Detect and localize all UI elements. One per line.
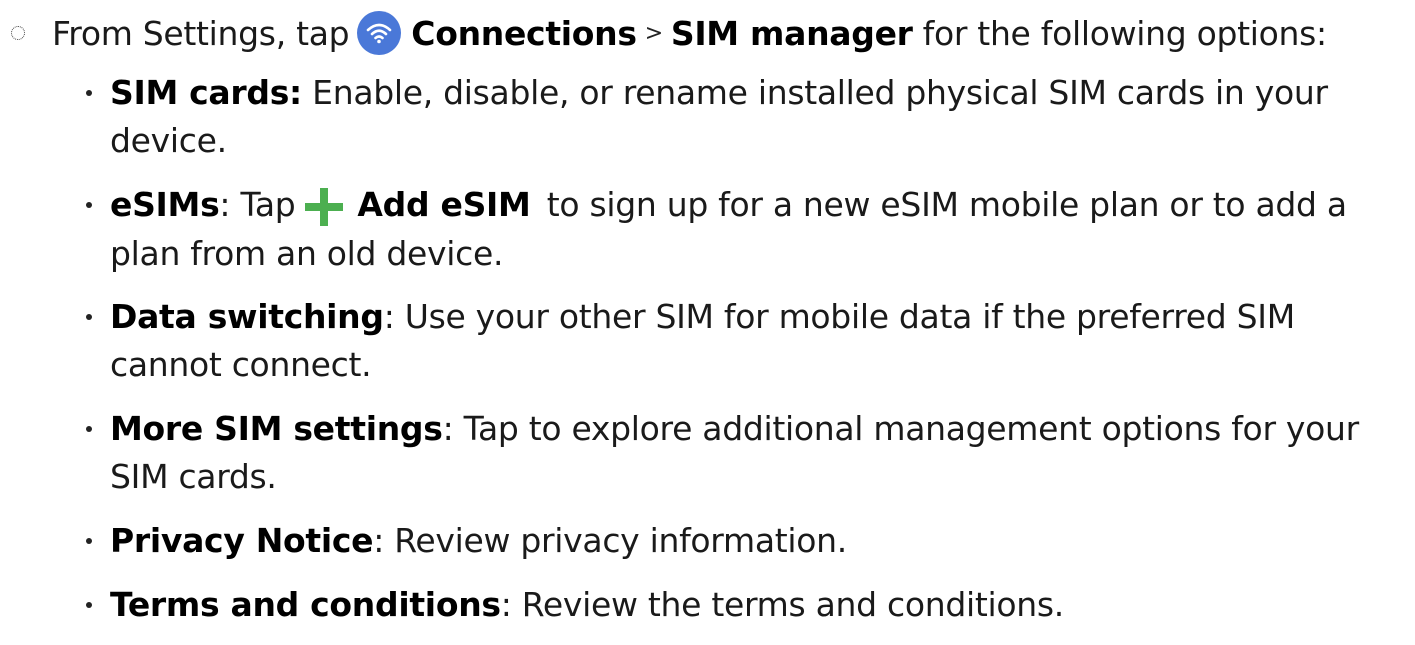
intro-step: From Settings, tap Connections > SIM man…	[0, 8, 1327, 58]
wifi-glyph	[366, 23, 392, 44]
option-term: Data switching	[110, 297, 384, 336]
option-text: Review the terms and conditions.	[521, 585, 1064, 624]
option-term: Privacy Notice	[110, 521, 374, 560]
option-colon: :	[373, 521, 385, 560]
wifi-icon	[357, 11, 402, 55]
option-colon: :	[383, 297, 395, 336]
bullet-dot	[86, 602, 92, 608]
list-item-esims: eSIMs: Tap Add eSIM to sign up for a new…	[80, 181, 1400, 277]
bullet-dot	[86, 426, 92, 432]
option-text-before: Tap	[240, 185, 296, 224]
option-term: SIM cards:	[110, 73, 302, 112]
option-term: eSIMs	[110, 185, 220, 224]
option-text-after: to sign up for a new eSIM mobile plan or…	[110, 185, 1347, 273]
document-page: From Settings, tap Connections > SIM man…	[0, 0, 1415, 624]
options-list: SIM cards: Enable, disable, or rename in…	[80, 69, 1400, 645]
path-separator: >	[644, 20, 663, 46]
add-esim-label: Add eSIM	[357, 185, 531, 224]
list-item-data-switching: Data switching: Use your other SIM for m…	[80, 293, 1400, 389]
sim-manager-label: SIM manager	[670, 13, 913, 53]
list-item-terms-and-conditions: Terms and conditions: Review the terms a…	[80, 581, 1400, 629]
intro-suffix: for the following options:	[922, 13, 1328, 53]
option-term: Terms and conditions	[110, 585, 501, 624]
option-term: More SIM settings	[110, 409, 443, 448]
list-item-sim-cards: SIM cards: Enable, disable, or rename in…	[80, 69, 1400, 165]
option-colon: :	[500, 585, 512, 624]
list-item-privacy-notice: Privacy Notice: Review privacy informati…	[80, 517, 1400, 565]
option-colon: :	[219, 185, 231, 224]
option-text: Review privacy information.	[394, 521, 847, 560]
step-marker-icon	[11, 26, 25, 40]
intro-prefix: From Settings, tap	[52, 13, 350, 53]
bullet-dot	[86, 90, 92, 96]
bullet-dot	[86, 202, 92, 208]
bullet-dot	[86, 314, 92, 320]
option-colon: :	[442, 409, 454, 448]
bullet-dot	[86, 538, 92, 544]
connections-label: Connections	[411, 13, 637, 53]
plus-icon	[305, 187, 344, 226]
list-item-more-sim-settings: More SIM settings: Tap to explore additi…	[80, 405, 1400, 501]
